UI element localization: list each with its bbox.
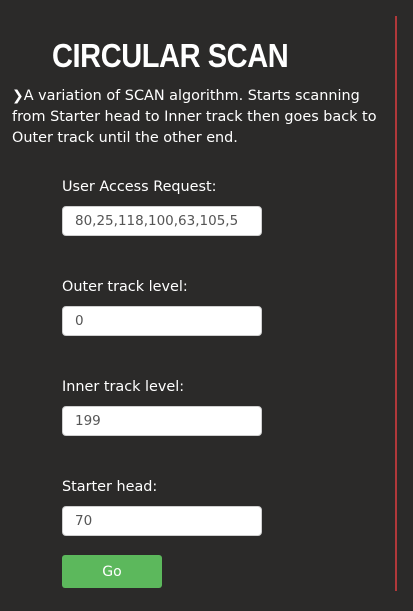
user-access-request-label: User Access Request: xyxy=(62,179,217,195)
description-text: A variation of SCAN algorithm. Starts sc… xyxy=(12,88,377,146)
starter-head-label: Starter head: xyxy=(62,479,158,495)
go-button[interactable]: Go xyxy=(62,555,162,588)
chevron-right-icon: ❯ xyxy=(12,88,24,104)
outer-track-level-label: Outer track level: xyxy=(62,279,188,295)
algorithm-description: ❯A variation of SCAN algorithm. Starts s… xyxy=(12,86,387,149)
outer-track-level-input[interactable] xyxy=(62,306,262,336)
accent-divider-line xyxy=(395,16,397,591)
inner-track-level-label: Inner track level: xyxy=(62,379,185,395)
starter-head-input[interactable] xyxy=(62,506,262,536)
inner-track-level-input[interactable] xyxy=(62,406,262,436)
page-title: CIRCULAR SCAN xyxy=(52,37,289,74)
user-access-request-input[interactable] xyxy=(62,206,262,236)
